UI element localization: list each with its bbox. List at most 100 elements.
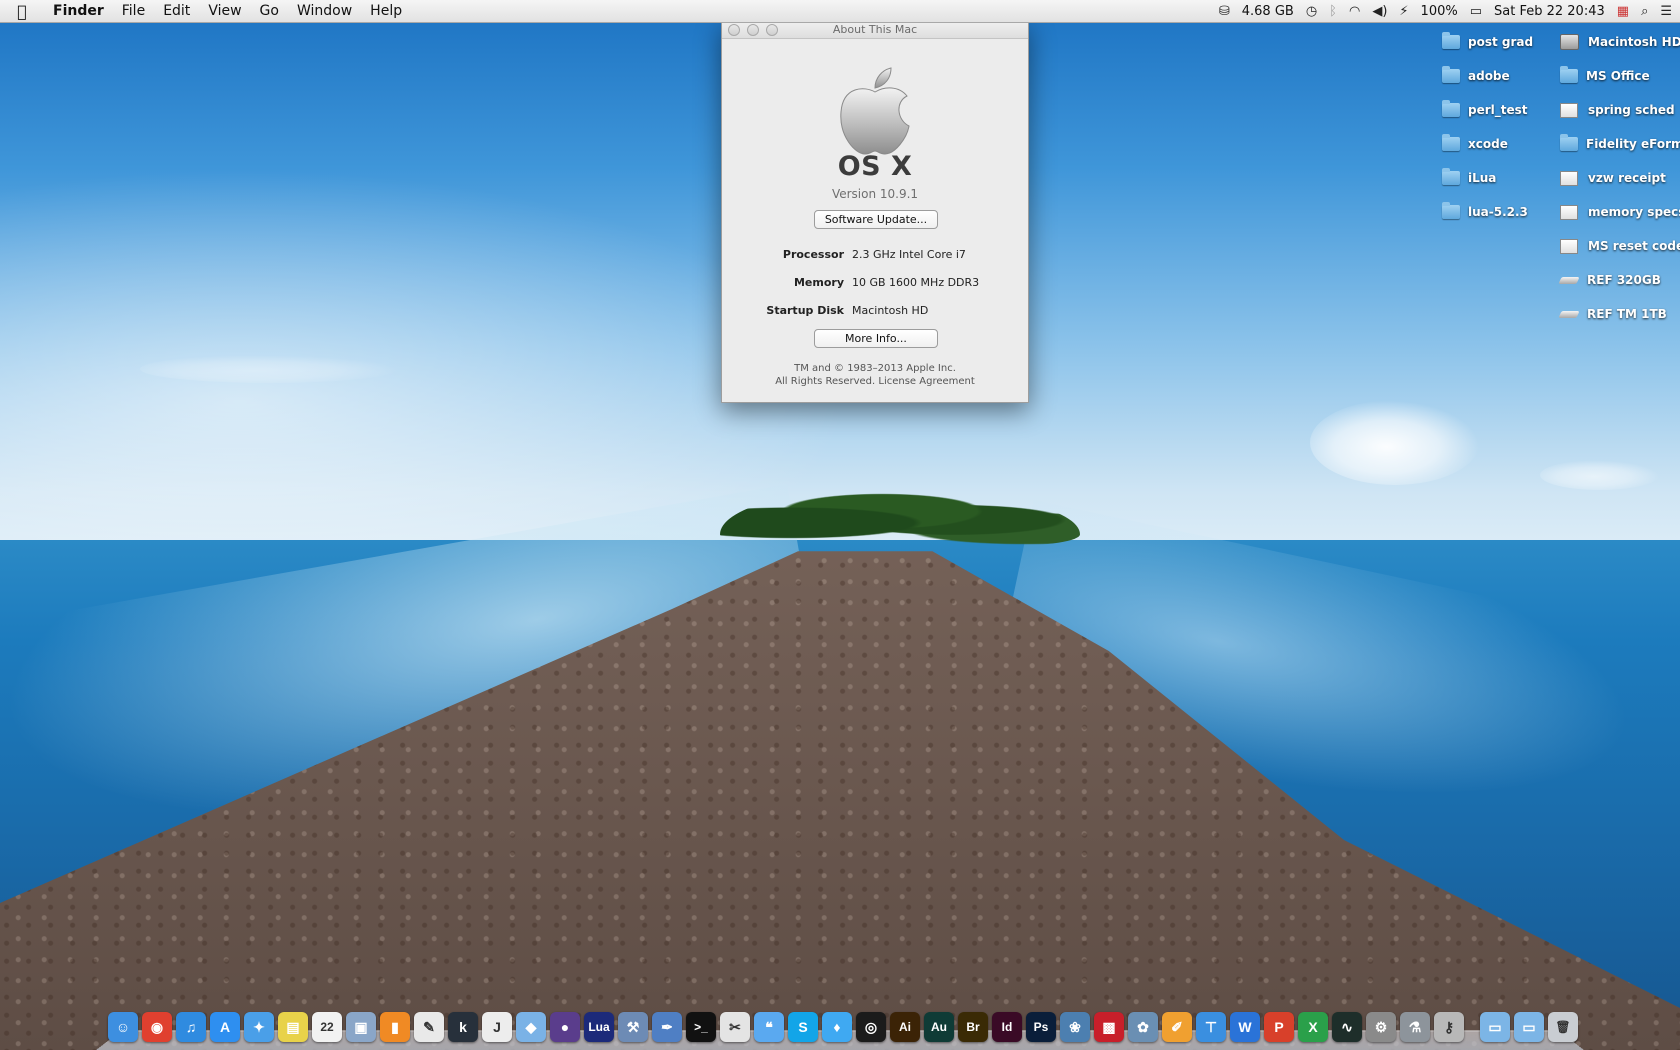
- illustrator-icon[interactable]: Ai: [890, 1012, 920, 1042]
- utilities-icon[interactable]: ⚗: [1400, 1012, 1430, 1042]
- activity-monitor-icon[interactable]: ∿: [1332, 1012, 1362, 1042]
- bridge-icon[interactable]: Br: [958, 1012, 988, 1042]
- desktop-item[interactable]: MS reset code: [1560, 236, 1680, 256]
- word-icon[interactable]: W: [1230, 1012, 1260, 1042]
- terminal-icon[interactable]: >_: [686, 1012, 716, 1042]
- eclipse-icon[interactable]: ●: [550, 1012, 580, 1042]
- desktop-item[interactable]: memory specs: [1560, 202, 1680, 222]
- menu-help[interactable]: Help: [361, 0, 411, 22]
- indesign-icon[interactable]: Id: [992, 1012, 1022, 1042]
- app-store-icon[interactable]: A: [210, 1012, 240, 1042]
- folder-icon: [1560, 134, 1578, 151]
- calendar-icon[interactable]: 22: [312, 1012, 342, 1042]
- desktop-item[interactable]: spring sched: [1560, 100, 1675, 120]
- apple-menu-icon[interactable]: : [0, 2, 44, 21]
- desktop-item-label: vzw receipt: [1588, 171, 1666, 185]
- menu-edit[interactable]: Edit: [154, 0, 199, 22]
- trash-icon[interactable]: 🗑: [1548, 1012, 1578, 1042]
- document-icon: [1560, 102, 1578, 118]
- time-machine-icon[interactable]: ◷: [1306, 4, 1317, 19]
- stickies-icon[interactable]: ▤: [278, 1012, 308, 1042]
- textedit-icon[interactable]: ✎: [414, 1012, 444, 1042]
- desktop-item[interactable]: MS Office: [1560, 66, 1650, 86]
- desktop-item[interactable]: Macintosh HD: [1560, 32, 1680, 52]
- power-icon[interactable]: ⚡: [1399, 4, 1408, 19]
- menu-window[interactable]: Window: [288, 0, 361, 22]
- messages-icon[interactable]: ❝: [754, 1012, 784, 1042]
- os-name: OS X: [837, 151, 913, 182]
- desktop-item[interactable]: REF TM 1TB: [1558, 304, 1667, 324]
- safari-icon[interactable]: ✦: [244, 1012, 274, 1042]
- desktop-item[interactable]: post grad: [1442, 32, 1533, 52]
- bluetooth-icon[interactable]: ᛒ: [1329, 4, 1337, 19]
- powerpoint-icon[interactable]: P: [1264, 1012, 1294, 1042]
- desktop-item[interactable]: iLua: [1442, 168, 1496, 188]
- virtualbox-icon[interactable]: ◆: [516, 1012, 546, 1042]
- photo-booth-icon[interactable]: ▩: [1094, 1012, 1124, 1042]
- desktop-item[interactable]: REF 320GB: [1558, 270, 1661, 290]
- applications-folder-icon[interactable]: ▭: [1480, 1012, 1510, 1042]
- itunes-icon[interactable]: ♫: [176, 1012, 206, 1042]
- xcode-icon[interactable]: ⚒: [618, 1012, 648, 1042]
- keynote-icon[interactable]: ⊤: [1196, 1012, 1226, 1042]
- desktop-item[interactable]: lua-5.2.3: [1442, 202, 1528, 222]
- software-update-button[interactable]: Software Update...: [814, 210, 938, 229]
- notification-center-icon[interactable]: ☰: [1660, 4, 1672, 19]
- volume-icon[interactable]: ◀): [1372, 4, 1387, 19]
- desktop-item-label: post grad: [1468, 35, 1534, 49]
- menu-view[interactable]: View: [199, 0, 250, 22]
- zoom-button-icon[interactable]: [766, 24, 778, 36]
- keychain-icon[interactable]: ⚷: [1434, 1012, 1464, 1042]
- memory-monitor-icon[interactable]: ⛁: [1219, 4, 1230, 19]
- desktop-item-label: spring sched: [1588, 103, 1675, 117]
- folder-icon: [1442, 202, 1460, 219]
- folder-icon: [1560, 66, 1578, 83]
- menu-bar:  Finder File Edit View Go Window Help ⛁…: [0, 0, 1680, 23]
- desktop-item[interactable]: adobe: [1442, 66, 1510, 86]
- battery-percent[interactable]: 100%: [1421, 4, 1458, 19]
- document-icon: [1560, 170, 1578, 186]
- input-source-flag-icon[interactable]: ▦: [1617, 4, 1629, 19]
- kindle-icon[interactable]: k: [448, 1012, 478, 1042]
- minimize-button-icon[interactable]: [747, 24, 759, 36]
- license-line[interactable]: All Rights Reserved. License Agreement: [722, 375, 1028, 388]
- clock[interactable]: Sat Feb 22 20:43: [1494, 4, 1605, 19]
- preview-icon[interactable]: ▣: [346, 1012, 376, 1042]
- wifi-icon[interactable]: ◠: [1349, 4, 1360, 19]
- iphoto-icon[interactable]: ❀: [1060, 1012, 1090, 1042]
- text-editor-icon[interactable]: ✒: [652, 1012, 682, 1042]
- script-editor-icon[interactable]: ✂: [720, 1012, 750, 1042]
- close-button-icon[interactable]: [728, 24, 740, 36]
- lua-icon[interactable]: Lua: [584, 1012, 614, 1042]
- dvd-player-icon[interactable]: ◎: [856, 1012, 886, 1042]
- desktop-item[interactable]: Fidelity eForm: [1560, 134, 1680, 154]
- memory-readout[interactable]: 4.68 GB: [1242, 4, 1294, 19]
- pages-icon[interactable]: ✐: [1162, 1012, 1192, 1042]
- window-titlebar[interactable]: About This Mac: [722, 22, 1028, 39]
- menu-file[interactable]: File: [113, 0, 154, 22]
- spec-label: Processor: [782, 248, 844, 261]
- skype-icon[interactable]: S: [788, 1012, 818, 1042]
- menu-app-name[interactable]: Finder: [44, 0, 113, 22]
- battery-icon[interactable]: ▭: [1470, 4, 1482, 19]
- finder-icon[interactable]: ☺: [108, 1012, 138, 1042]
- photoshop-icon[interactable]: Ps: [1026, 1012, 1056, 1042]
- document-icon: [1560, 204, 1578, 220]
- chrome-icon[interactable]: ◉: [142, 1012, 172, 1042]
- image-capture-icon[interactable]: ✿: [1128, 1012, 1158, 1042]
- downloads-folder-icon[interactable]: ▭: [1514, 1012, 1544, 1042]
- spotlight-search-icon[interactable]: ⌕: [1641, 4, 1648, 19]
- desktop-item[interactable]: perl_test: [1442, 100, 1528, 120]
- twitter-icon[interactable]: ♦: [822, 1012, 852, 1042]
- dock-separator: [1468, 1012, 1476, 1042]
- audition-icon[interactable]: Au: [924, 1012, 954, 1042]
- java-icon[interactable]: J: [482, 1012, 512, 1042]
- spec-label: Startup Disk: [766, 304, 844, 317]
- excel-icon[interactable]: X: [1298, 1012, 1328, 1042]
- ibooks-icon[interactable]: ▮: [380, 1012, 410, 1042]
- desktop-item[interactable]: xcode: [1442, 134, 1508, 154]
- more-info-button[interactable]: More Info...: [814, 329, 938, 348]
- system-preferences-icon[interactable]: ⚙: [1366, 1012, 1396, 1042]
- desktop-item[interactable]: vzw receipt: [1560, 168, 1666, 188]
- menu-go[interactable]: Go: [251, 0, 288, 22]
